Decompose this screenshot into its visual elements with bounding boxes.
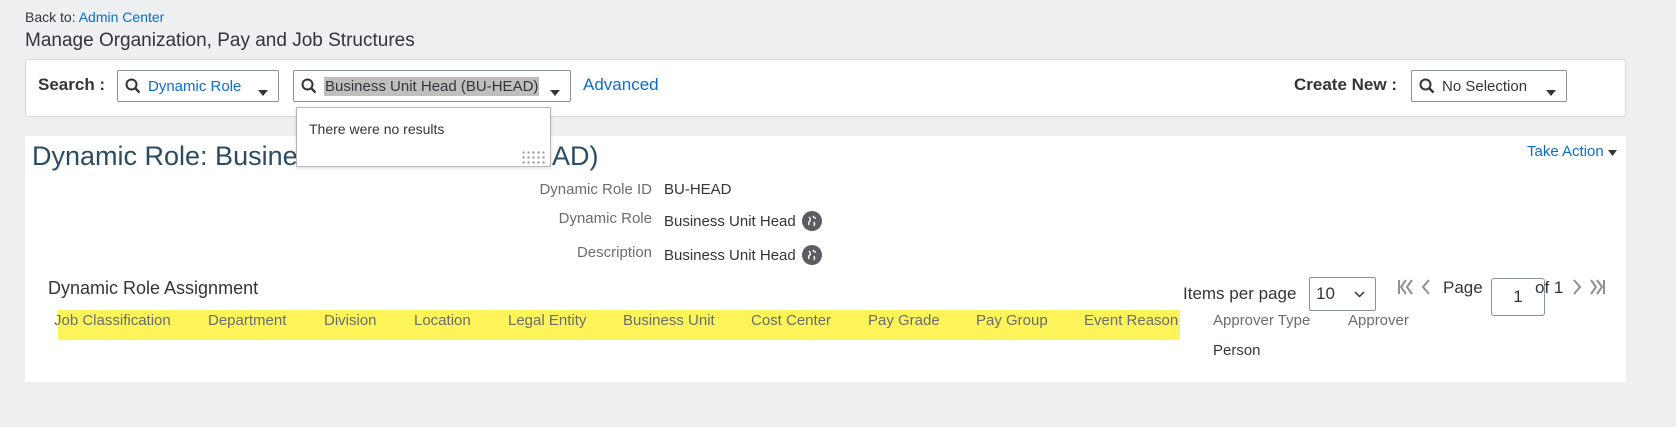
assignment-section-title: Dynamic Role Assignment [48,278,259,298]
create-new-label: Create New : [1294,75,1397,94]
column-header: Pay Group [976,312,1048,329]
column-header: Division [324,312,377,329]
field-value: BU-HEAD [664,181,732,198]
take-action-menu[interactable]: Take Action [1527,143,1617,160]
column-header: Job Classification [54,312,171,329]
last-page-icon[interactable] [1588,278,1606,300]
chevron-down-icon [1354,291,1365,298]
column-header: Event Reason [1084,312,1179,329]
items-per-page-value: 10 [1316,284,1335,303]
back-prefix: Back to: [25,9,76,25]
column-header: Approver Type [1213,312,1311,329]
items-per-page-select[interactable]: 10 [1309,277,1376,311]
column-header: Cost Center [751,312,832,329]
caret-down-icon [1607,150,1617,156]
first-page-icon[interactable] [1397,278,1415,300]
globe-icon[interactable] [801,245,822,265]
record-title-left: Dynamic Role: Busine [32,141,298,171]
prev-page-icon[interactable] [1420,278,1432,300]
caret-down-icon [550,83,560,100]
search-query-value: Business Unit Head (BU-HEAD) [324,76,540,96]
search-icon [118,78,148,94]
column-header: Department [208,312,287,329]
dynamic-role-value: Business Unit Head [664,212,796,230]
field-value: Business Unit Head [664,245,822,265]
create-new-select[interactable]: No Selection [1411,70,1567,102]
record-panel [25,136,1626,382]
field-label: Description [576,244,652,261]
caret-down-icon [258,83,268,100]
dynamic-role-id-value: BU-HEAD [664,181,732,198]
search-icon [294,78,324,94]
globe-icon[interactable] [801,211,822,231]
field-label: Dynamic Role [558,210,652,227]
approver-type-cell: Person [1213,342,1261,359]
search-type-value: Dynamic Role [148,77,242,95]
column-header: Pay Grade [868,312,940,329]
items-per-page-label: Items per page [1183,284,1297,303]
next-page-icon[interactable] [1571,278,1583,300]
advanced-search-link[interactable]: Advanced [583,75,659,95]
caret-down-icon [1546,83,1556,100]
search-type-select[interactable]: Dynamic Role [117,70,279,102]
search-query-input[interactable]: Business Unit Head (BU-HEAD) [293,70,571,102]
take-action-label: Take Action [1527,143,1604,160]
search-results-dropdown: There were no results [296,107,551,167]
column-header: Approver [1348,312,1409,329]
no-results-message: There were no results [309,121,445,137]
column-header: Location [414,312,471,329]
admin-center-link[interactable]: Admin Center [79,9,165,25]
page-title: Manage Organization, Pay and Job Structu… [25,30,415,51]
create-new-value: No Selection [1442,77,1528,95]
back-link-row: Back to: Admin Center [25,9,164,25]
resize-handle[interactable] [521,150,547,164]
field-value: Business Unit Head [664,211,822,231]
search-label: Search : [38,75,106,94]
record-title-right: AD) [552,141,599,171]
column-header: Legal Entity [508,312,587,329]
column-header: Business Unit [623,312,715,329]
page-of-label: of 1 [1535,278,1564,297]
description-value: Business Unit Head [664,246,796,264]
page-label: Page [1443,278,1483,297]
field-label: Dynamic Role ID [539,181,652,198]
search-icon [1412,78,1442,94]
